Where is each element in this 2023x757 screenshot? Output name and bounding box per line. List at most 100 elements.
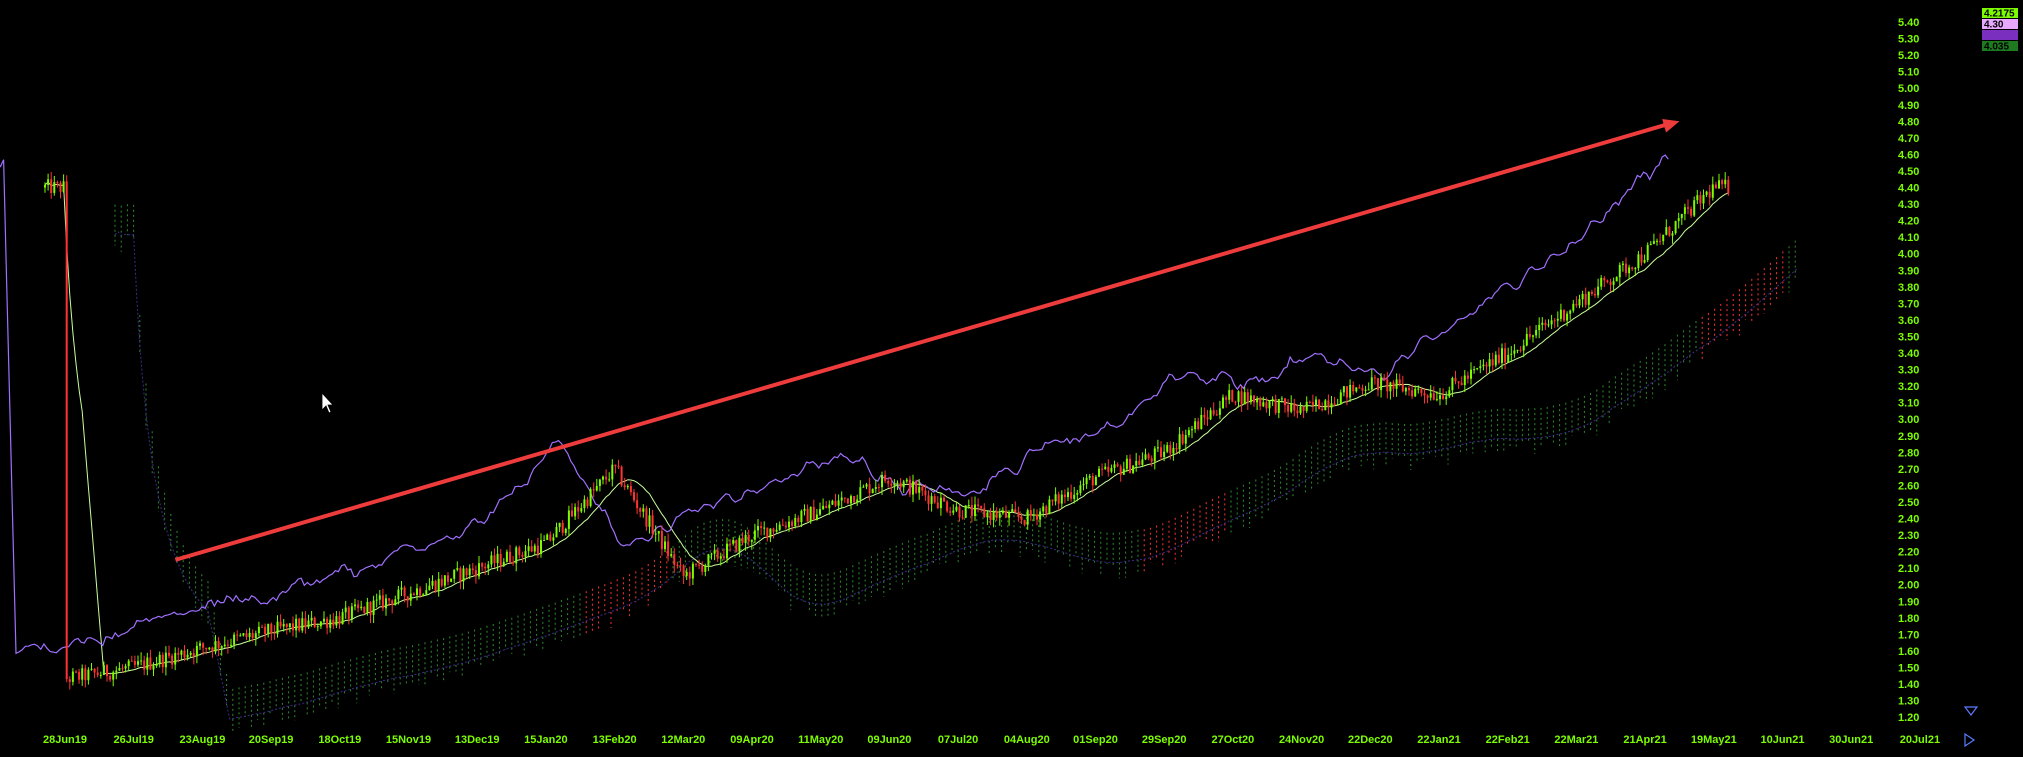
candle-body: [1172, 447, 1175, 454]
candle-body: [465, 568, 468, 576]
candle-body: [760, 526, 763, 528]
candle-body: [96, 672, 99, 676]
candle-body: [1528, 334, 1531, 337]
candle-body: [657, 531, 660, 534]
candle-body: [567, 510, 570, 529]
candle-body: [1315, 399, 1317, 406]
candle-body: [1156, 447, 1159, 449]
candle-body: [416, 588, 418, 595]
candle-body: [1023, 519, 1026, 525]
x-tick-label: 27Oct20: [1211, 734, 1254, 746]
candle-body: [1451, 378, 1454, 391]
candle-body: [323, 618, 325, 622]
candle-body: [1690, 208, 1693, 216]
y-tick-label: 4.00: [1898, 249, 1919, 261]
candle-body: [199, 643, 201, 646]
candle-body: [1625, 263, 1627, 274]
candle-body: [1491, 359, 1494, 366]
candle-body: [1067, 492, 1069, 498]
trend-arrow-head: [1662, 119, 1680, 133]
candle-body: [964, 505, 967, 518]
candle-body: [611, 464, 614, 480]
candle-body: [806, 508, 809, 522]
y-tick-label: 4.70: [1898, 133, 1919, 145]
candle-body: [276, 621, 279, 634]
x-tick-label: 20Jul21: [1900, 734, 1940, 746]
candle-body: [1203, 414, 1206, 418]
candle-body: [1662, 234, 1665, 242]
candle-body: [180, 650, 183, 655]
x-tick-label: 09Apr20: [730, 734, 773, 746]
candle-body: [1373, 377, 1376, 379]
candle-body: [744, 535, 747, 543]
candle-body: [893, 483, 896, 486]
candle-body: [226, 644, 229, 646]
y-tick-label: 2.10: [1898, 563, 1919, 575]
candle-body: [614, 464, 617, 467]
candle-body: [462, 568, 465, 582]
candle-body: [1256, 398, 1259, 403]
candle-body: [87, 669, 90, 681]
y-tick-label: 5.40: [1898, 17, 1919, 29]
candle-body: [1683, 207, 1686, 214]
candle-body: [1222, 397, 1224, 409]
candle-body: [995, 511, 998, 518]
candle-body: [927, 495, 930, 504]
candle-body: [1659, 240, 1662, 242]
candle-body: [1442, 395, 1445, 400]
candlestick-series: [44, 171, 1730, 690]
candle-body: [871, 488, 874, 494]
candle-body: [713, 550, 716, 554]
candle-body: [819, 509, 821, 515]
candle-body: [502, 561, 505, 566]
candle-body: [177, 653, 180, 655]
candle-body: [933, 496, 936, 503]
candle-body: [515, 547, 518, 564]
candle-body: [1008, 512, 1011, 518]
candle-body: [1001, 510, 1004, 514]
candle-body: [571, 510, 573, 517]
candle-body: [388, 598, 391, 601]
candle-body: [685, 572, 688, 576]
y-tick-label: 2.60: [1898, 480, 1919, 492]
candle-body: [1547, 324, 1550, 326]
candle-body: [586, 499, 589, 507]
candle-body: [1039, 511, 1042, 520]
candle-body: [369, 601, 372, 615]
candle-body: [443, 575, 446, 586]
candle-body: [924, 490, 927, 496]
candle-body: [887, 480, 890, 484]
candle-body: [1714, 184, 1717, 189]
candle-body: [980, 505, 983, 509]
x-tick-label: 15Nov19: [386, 734, 431, 746]
candle-body: [772, 528, 775, 532]
candle-body: [459, 568, 462, 582]
candle-body: [673, 554, 676, 565]
candle-body: [763, 527, 766, 529]
candle-body: [1597, 286, 1600, 296]
candle-body: [208, 647, 211, 650]
candle-body: [1466, 375, 1469, 379]
candle-body: [344, 607, 347, 613]
candle-body: [691, 563, 694, 579]
candle-body: [1687, 207, 1689, 209]
candle-body: [1420, 388, 1423, 394]
candle-body: [698, 564, 701, 566]
candle-body: [1640, 254, 1643, 263]
candle-body: [1305, 401, 1308, 411]
candle-body: [490, 555, 493, 565]
candle-body: [577, 507, 580, 512]
candle-body: [1646, 245, 1649, 261]
candle-body: [1268, 400, 1271, 409]
candle-body: [1637, 254, 1640, 269]
candle-body: [831, 500, 834, 505]
candle-body: [716, 550, 719, 559]
candle-body: [660, 531, 663, 550]
candle-body: [109, 676, 112, 680]
candle-body: [1011, 509, 1014, 513]
candle-body: [437, 578, 440, 592]
candle-body: [1696, 195, 1699, 201]
candle-body: [347, 607, 350, 619]
candle-body: [1132, 465, 1135, 473]
candle-body: [313, 617, 316, 628]
